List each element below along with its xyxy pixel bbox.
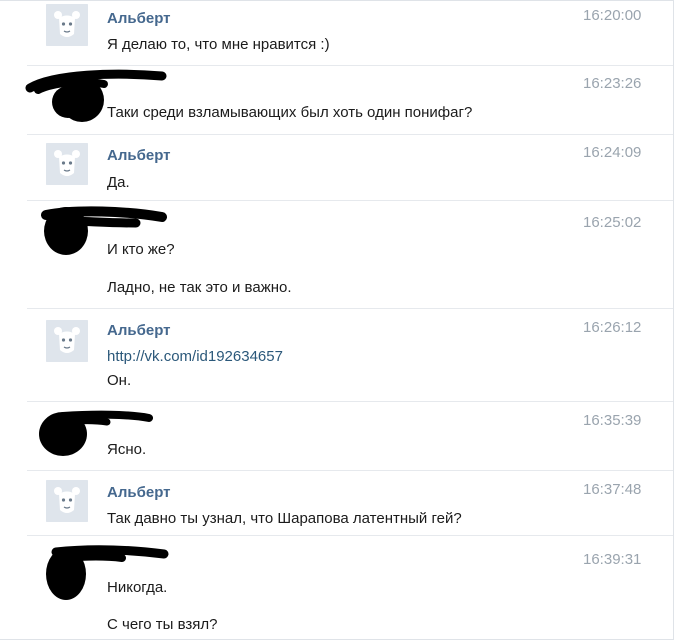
message-item[interactable]: 16:35:39 Ясно. <box>0 402 672 468</box>
message-author[interactable]: Альберт <box>107 10 171 27</box>
message-time: 16:26:12 <box>583 319 642 336</box>
message-item[interactable]: Альберт 16:20:00 Я делаю то, что мне нра… <box>0 0 672 65</box>
message-time: 16:37:48 <box>583 481 642 498</box>
message-time: 16:25:02 <box>583 214 642 231</box>
message-item[interactable]: 16:39:31 Никогда. С чего ты взял? <box>0 536 672 639</box>
message-item[interactable]: Альберт 16:26:12 http://vk.com/id1926346… <box>0 309 672 401</box>
message-link[interactable]: http://vk.com/id192634657 <box>107 348 283 365</box>
default-avatar-icon[interactable] <box>46 4 88 46</box>
frame-right-border <box>673 0 674 640</box>
message-time: 16:39:31 <box>583 551 642 568</box>
message-text: Он. <box>107 372 132 389</box>
message-text: Таки среди взламывающих был хоть один по… <box>107 104 473 121</box>
message-author[interactable]: Альберт <box>107 322 171 339</box>
message-author[interactable]: Альберт <box>107 147 171 164</box>
default-avatar-icon[interactable] <box>46 480 88 522</box>
message-item[interactable]: Альберт 16:24:09 Да. <box>0 135 672 200</box>
message-time: 16:23:26 <box>583 75 642 92</box>
message-time: 16:35:39 <box>583 412 642 429</box>
message-text: Ясно. <box>107 441 147 458</box>
message-text: Никогда. <box>107 579 168 596</box>
message-time: 16:24:09 <box>583 144 642 161</box>
message-text: Да. <box>107 174 130 191</box>
message-text: Так давно ты узнал, что Шарапова латентн… <box>107 510 462 527</box>
default-avatar-icon[interactable] <box>46 143 88 185</box>
message-text: С чего ты взял? <box>107 616 218 633</box>
message-item[interactable]: Альберт 16:37:48 Так давно ты узнал, что… <box>0 471 672 535</box>
message-item[interactable]: 16:25:02 И кто же? Ладно, не так это и в… <box>0 201 672 307</box>
message-item[interactable]: 16:23:26 Таки среди взламывающих был хот… <box>0 66 672 132</box>
message-time: 16:20:00 <box>583 7 642 24</box>
message-author[interactable]: Альберт <box>107 484 171 501</box>
default-avatar-icon[interactable] <box>46 320 88 362</box>
message-text: И кто же? <box>107 241 175 258</box>
message-text: Ладно, не так это и важно. <box>107 279 292 296</box>
message-thread: Альберт 16:20:00 Я делаю то, что мне нра… <box>0 0 684 640</box>
message-text: Я делаю то, что мне нравится :) <box>107 36 330 53</box>
